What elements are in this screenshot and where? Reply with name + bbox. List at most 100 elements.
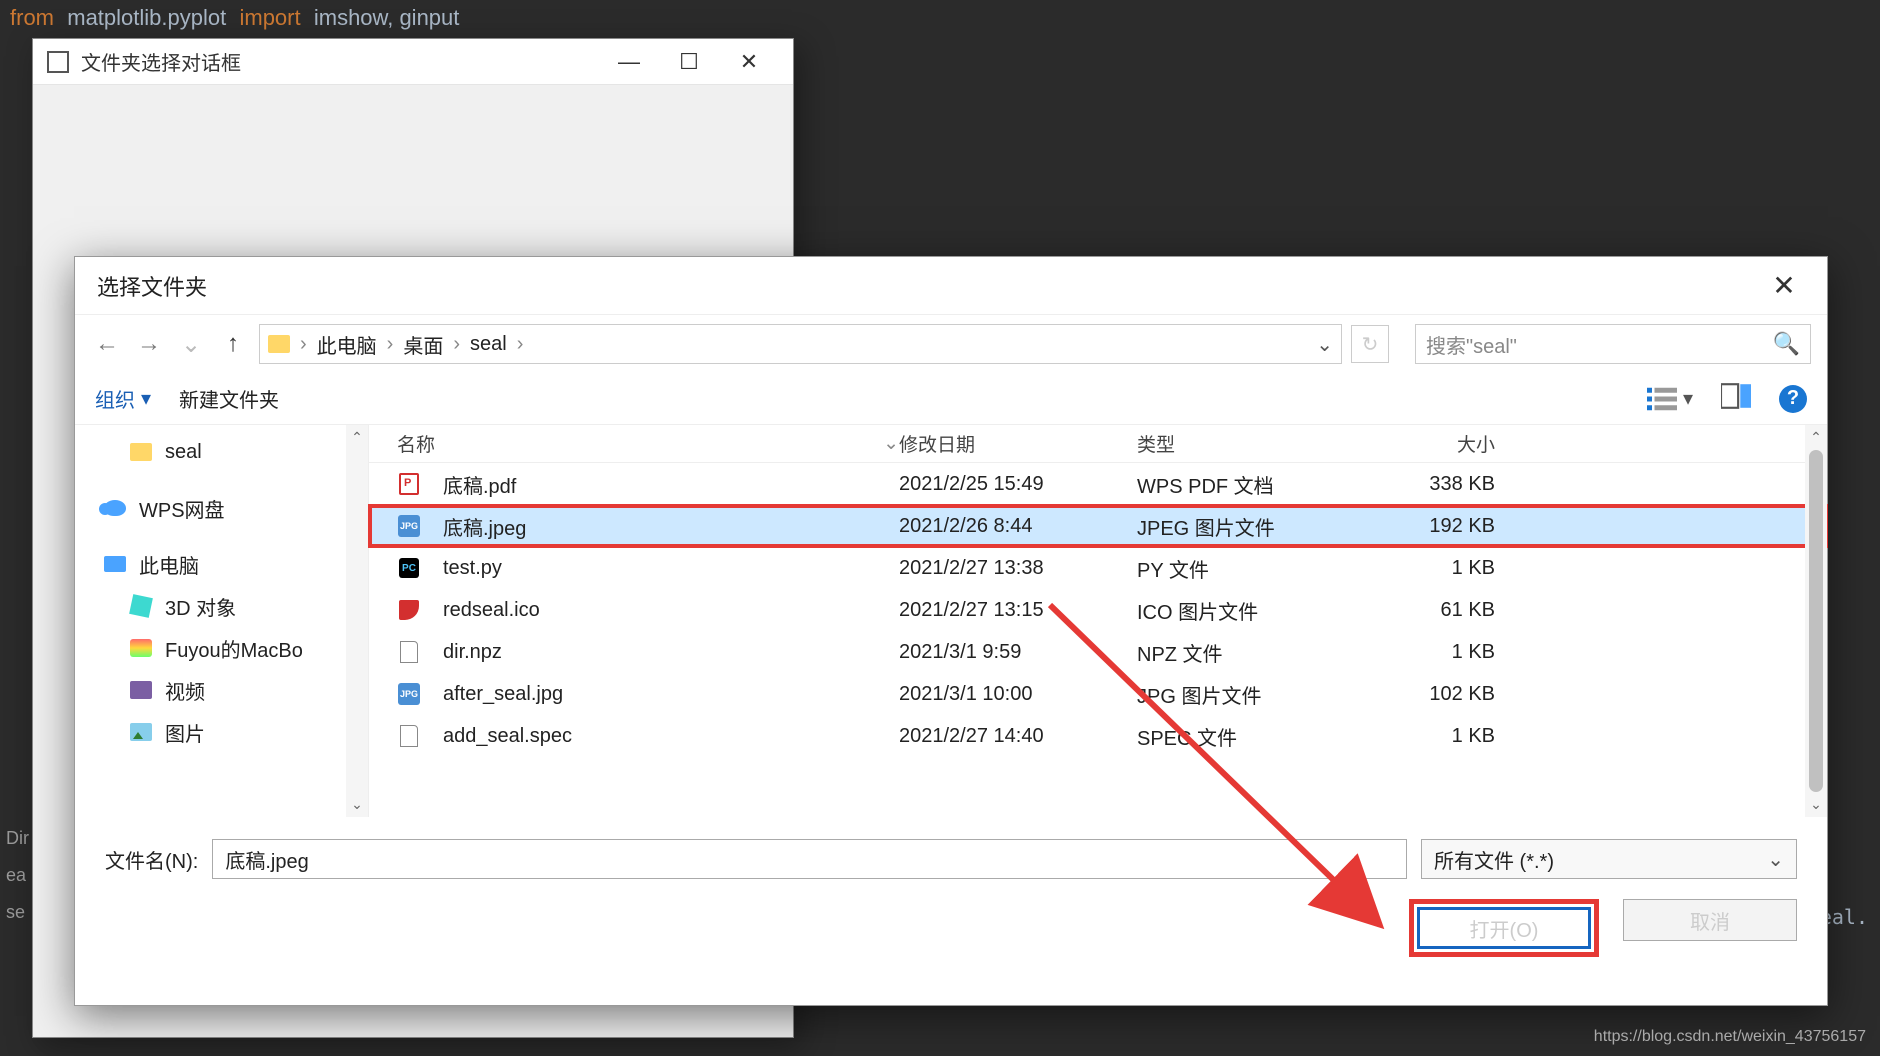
- tree-item-label: WPS网盘: [139, 494, 225, 523]
- dialog-title: 选择文件夹: [97, 270, 1763, 302]
- maximize-button[interactable]: ☐: [659, 40, 719, 84]
- close-button[interactable]: ✕: [719, 40, 779, 84]
- col-header-size[interactable]: 大小: [1375, 430, 1525, 457]
- file-row[interactable]: 底稿.pdf 2021/2/25 15:49WPS PDF 文档338 KB: [369, 463, 1827, 505]
- file-date: 2021/2/25 15:49: [899, 473, 1137, 496]
- dialog-header: 选择文件夹 ✕: [75, 257, 1827, 315]
- tree-scrollbar[interactable]: ⌃ ⌄: [346, 425, 368, 817]
- tree-item[interactable]: 图片: [75, 711, 368, 753]
- parent-title-bar[interactable]: 文件夹选择对话框 — ☐ ✕: [33, 39, 793, 85]
- tree-item[interactable]: seal: [75, 431, 368, 473]
- py-icon: PC: [397, 556, 421, 580]
- breadcrumb-seal[interactable]: seal: [470, 333, 507, 356]
- 3d-icon: [129, 596, 153, 616]
- search-placeholder: 搜索"seal": [1426, 330, 1517, 359]
- editor-gutter-tags: Dir ea se: [0, 820, 35, 931]
- tree-item[interactable]: 视频: [75, 669, 368, 711]
- file-row[interactable]: JPGafter_seal.jpg2021/3/1 10:00JPG 图片文件1…: [369, 673, 1827, 715]
- file-row[interactable]: PCtest.py2021/2/27 13:38PY 文件1 KB: [369, 547, 1827, 589]
- cancel-button[interactable]: 取消: [1623, 899, 1797, 941]
- dropdown-history-icon[interactable]: ⌄: [175, 328, 207, 360]
- file-name: 底稿.pdf: [443, 470, 516, 499]
- forward-button[interactable]: →: [133, 328, 165, 360]
- tree-item-label: 3D 对象: [165, 592, 236, 621]
- minimize-button[interactable]: —: [599, 40, 659, 84]
- mac-icon: [129, 638, 153, 658]
- up-button[interactable]: ↑: [217, 328, 249, 360]
- tree-item[interactable]: 此电脑: [75, 543, 368, 585]
- file-row[interactable]: add_seal.spec2021/2/27 14:40SPEC 文件1 KB: [369, 715, 1827, 757]
- tree-item[interactable]: WPS网盘: [75, 487, 368, 529]
- file-type: WPS PDF 文档: [1137, 470, 1375, 499]
- address-dropdown-icon[interactable]: ⌄: [1316, 332, 1333, 357]
- chevron-down-icon: ▾: [1683, 386, 1693, 411]
- file-size: 1 KB: [1375, 641, 1525, 664]
- jpg-icon: JPG: [397, 682, 421, 706]
- breadcrumb-pc[interactable]: 此电脑: [317, 330, 377, 359]
- tree-item[interactable]: 3D 对象: [75, 585, 368, 627]
- pdf-icon: [397, 472, 421, 496]
- pc-icon: [103, 554, 127, 574]
- app-icon: [47, 51, 69, 73]
- tree-item[interactable]: Fuyou的MacBo: [75, 627, 368, 669]
- file-list: 名称⌄ 修改日期 类型 大小 底稿.pdf 2021/2/25 15:49WPS …: [369, 425, 1827, 817]
- organize-menu[interactable]: 组织 ▾: [95, 384, 151, 413]
- file-size: 192 KB: [1375, 515, 1525, 538]
- back-button[interactable]: ←: [91, 328, 123, 360]
- folder-tree: seal WPS网盘此电脑 3D 对象 Fuyou的MacBo 视频图片 ⌃ ⌄: [75, 425, 369, 817]
- refresh-button[interactable]: ↻: [1351, 325, 1389, 363]
- ico-icon: [397, 598, 421, 622]
- file-name: redseal.ico: [443, 599, 540, 622]
- file-row[interactable]: dir.npz2021/3/1 9:59NPZ 文件1 KB: [369, 631, 1827, 673]
- col-header-type[interactable]: 类型: [1137, 430, 1375, 457]
- file-type: JPEG 图片文件: [1137, 512, 1375, 541]
- dialog-bottom-panel: 文件名(N): 所有文件 (*.*) ⌄ 打开(O) 取消: [75, 817, 1827, 979]
- file-row[interactable]: redseal.ico2021/2/27 13:15ICO 图片文件61 KB: [369, 589, 1827, 631]
- tree-item-label: 此电脑: [139, 550, 199, 579]
- chevron-down-icon: ⌄: [1767, 847, 1784, 872]
- open-button[interactable]: 打开(O): [1417, 907, 1591, 949]
- file-date: 2021/3/1 10:00: [899, 683, 1137, 706]
- tree-item-label: Fuyou的MacBo: [165, 634, 303, 663]
- preview-pane-button[interactable]: [1721, 383, 1751, 415]
- scroll-up-icon[interactable]: ⌃: [351, 429, 363, 446]
- file-size: 61 KB: [1375, 599, 1525, 622]
- scroll-down-icon[interactable]: ⌄: [1810, 796, 1822, 813]
- file-date: 2021/2/27 14:40: [899, 725, 1137, 748]
- file-name: 底稿.jpeg: [443, 512, 526, 541]
- search-icon: 🔍: [1773, 331, 1800, 357]
- filename-label: 文件名(N):: [105, 845, 198, 874]
- wps-icon: [103, 498, 127, 518]
- address-bar[interactable]: › 此电脑 › 桌面 › seal › ⌄: [259, 324, 1342, 364]
- col-header-date[interactable]: 修改日期: [899, 430, 1137, 457]
- col-header-name[interactable]: 名称⌄: [369, 430, 899, 457]
- dialog-close-button[interactable]: ✕: [1763, 265, 1805, 307]
- annotation-open-highlight: 打开(O): [1409, 899, 1599, 957]
- file-size: 338 KB: [1375, 473, 1525, 496]
- tree-item-label: 视频: [165, 676, 205, 705]
- file-filter-combo[interactable]: 所有文件 (*.*) ⌄: [1421, 839, 1797, 879]
- filename-input[interactable]: [212, 839, 1407, 879]
- help-button[interactable]: ?: [1779, 385, 1807, 413]
- scroll-down-icon[interactable]: ⌄: [351, 796, 363, 813]
- file-date: 2021/2/27 13:38: [899, 557, 1137, 580]
- watermark: https://blog.csdn.net/weixin_43756157: [1594, 1028, 1866, 1046]
- new-folder-button[interactable]: 新建文件夹: [179, 384, 279, 413]
- file-row[interactable]: JPG底稿.jpeg2021/2/26 8:44JPEG 图片文件192 KB: [369, 505, 1827, 547]
- file-type: NPZ 文件: [1137, 638, 1375, 667]
- file-type: SPEC 文件: [1137, 722, 1375, 751]
- file-open-dialog: 选择文件夹 ✕ ← → ⌄ ↑ › 此电脑 › 桌面 › seal › ⌄ ↻ …: [74, 256, 1828, 1006]
- file-icon: [397, 724, 421, 748]
- breadcrumb-desktop[interactable]: 桌面: [403, 330, 443, 359]
- file-name: add_seal.spec: [443, 725, 572, 748]
- file-icon: [397, 640, 421, 664]
- view-mode-button[interactable]: ▾: [1647, 386, 1693, 412]
- chevron-down-icon: ▾: [141, 386, 151, 411]
- tree-item-label: seal: [165, 441, 202, 464]
- list-scrollbar[interactable]: ⌃ ⌄: [1805, 425, 1827, 817]
- file-name: after_seal.jpg: [443, 683, 563, 706]
- scrollbar-thumb[interactable]: [1809, 450, 1823, 792]
- search-input[interactable]: 搜索"seal" 🔍: [1415, 324, 1811, 364]
- scroll-up-icon[interactable]: ⌃: [1810, 429, 1822, 446]
- file-date: 2021/2/26 8:44: [899, 515, 1137, 538]
